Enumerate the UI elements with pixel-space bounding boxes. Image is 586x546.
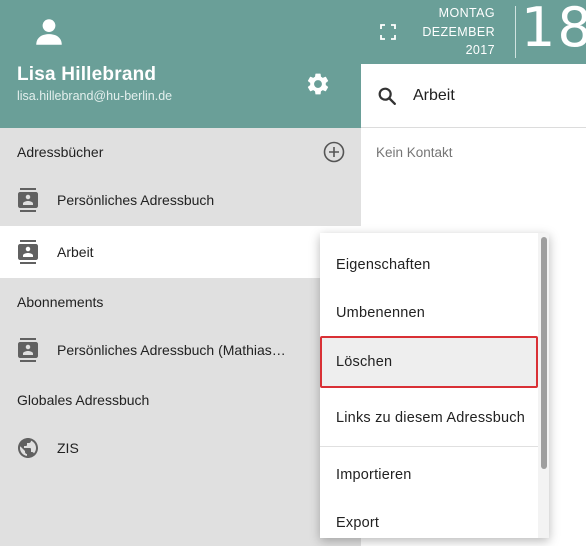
subscription-item-label: Persönliches Adressbuch (Mathias…: [57, 342, 286, 358]
user-name: Lisa Hillebrand: [17, 64, 157, 85]
menu-divider: [320, 446, 538, 447]
date-day-number: 18: [521, 0, 586, 59]
globe-icon: [18, 438, 38, 458]
subscriptions-section-title: Abonnements: [17, 294, 104, 310]
contact-book-icon: [18, 338, 38, 362]
date-weekday: MONTAG: [438, 6, 495, 20]
fullscreen-icon[interactable]: [380, 24, 396, 40]
addressbook-context-menu: Eigenschaften Umbenennen Löschen Links z…: [320, 233, 549, 538]
user-email: lisa.hillebrand@hu-berlin.de: [17, 89, 173, 103]
date-year: 2017: [465, 43, 495, 57]
user-avatar-icon: [36, 19, 62, 45]
menu-item-export[interactable]: Export: [320, 499, 538, 538]
menu-scrollbar-thumb[interactable]: [541, 237, 547, 469]
addressbook-item-arbeit[interactable]: Arbeit: [0, 226, 361, 278]
menu-item-delete[interactable]: Löschen: [320, 336, 538, 388]
user-header: Lisa Hillebrand lisa.hillebrand@hu-berli…: [0, 0, 361, 128]
search-icon[interactable]: [376, 85, 398, 107]
menu-item-rename[interactable]: Umbenennen: [320, 289, 538, 337]
contact-book-icon: [18, 240, 38, 264]
menu-item-links[interactable]: Links zu diesem Adressbuch: [320, 394, 538, 442]
date-bar: MONTAG DEZEMBER 2017 18: [361, 0, 586, 64]
date-separator: [515, 6, 516, 58]
addressbook-item-personal[interactable]: Persönliches Adressbuch: [0, 174, 361, 226]
addressbooks-section-title: Adressbücher: [17, 144, 104, 160]
subscription-item-personal-mathias[interactable]: Persönliches Adressbuch (Mathias…: [0, 324, 361, 376]
menu-scrollbar[interactable]: [538, 233, 549, 538]
global-section-title: Globales Adressbuch: [17, 392, 150, 408]
settings-gear-icon[interactable]: [305, 71, 331, 97]
empty-contacts-message: Kein Kontakt: [376, 145, 453, 160]
menu-item-properties[interactable]: Eigenschaften: [320, 241, 538, 289]
search-input[interactable]: [413, 84, 573, 108]
search-bar: [361, 64, 586, 128]
global-item-label: ZIS: [57, 440, 79, 456]
contact-book-icon: [18, 188, 38, 212]
addressbook-item-label: Arbeit: [57, 244, 94, 260]
addressbook-item-label: Persönliches Adressbuch: [57, 192, 215, 208]
add-addressbook-icon[interactable]: [322, 140, 346, 164]
date-month: DEZEMBER: [422, 25, 495, 39]
sidebar: Lisa Hillebrand lisa.hillebrand@hu-berli…: [0, 0, 361, 546]
global-item-zis[interactable]: ZIS: [0, 422, 361, 474]
menu-item-import[interactable]: Importieren: [320, 451, 538, 499]
